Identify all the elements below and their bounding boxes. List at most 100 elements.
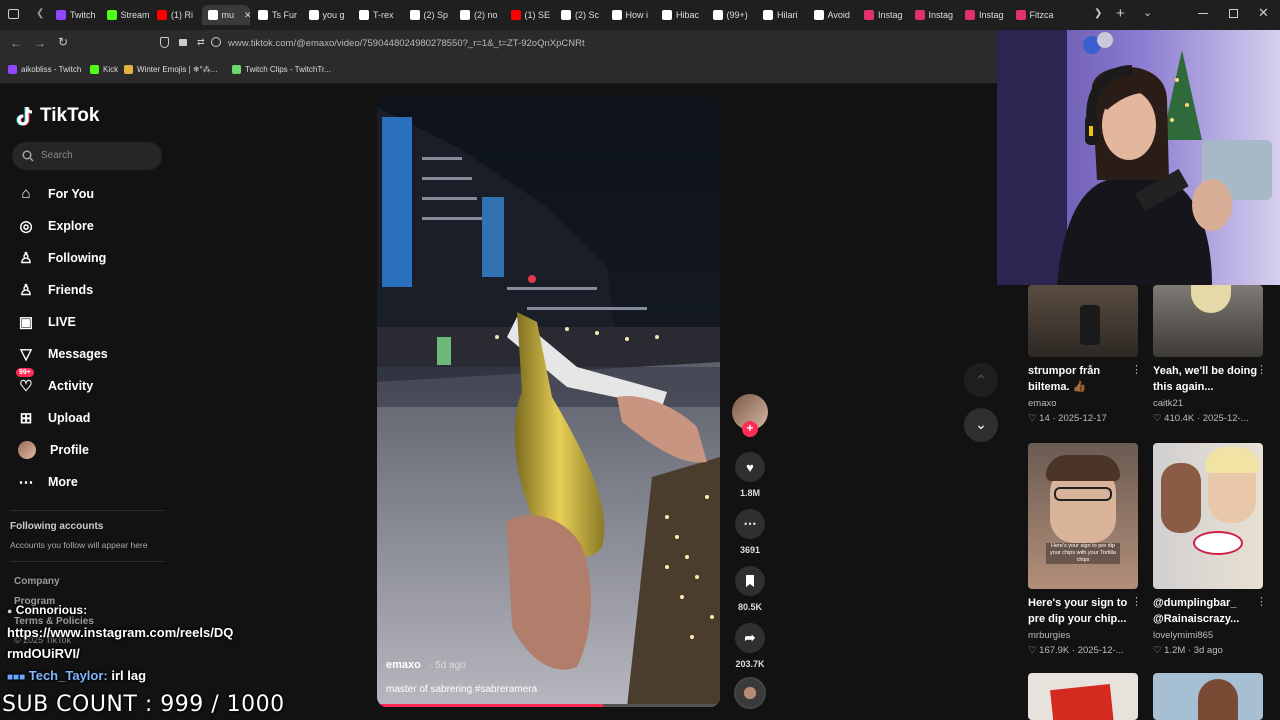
sidebar-item-live[interactable]: ▣ LIVE xyxy=(18,313,76,331)
like-action[interactable]: ♥ 1.8M xyxy=(732,452,768,498)
tab-list-chevron-icon[interactable]: ⌄ xyxy=(1143,6,1152,19)
related-thumbnail[interactable] xyxy=(1153,443,1263,589)
footer-link-company[interactable]: Company xyxy=(14,576,60,587)
browser-tab[interactable]: (2) Sc xyxy=(555,5,604,25)
lock-icon[interactable] xyxy=(179,39,187,46)
related-author[interactable]: mrburgies xyxy=(1028,630,1138,641)
video-progress-track[interactable] xyxy=(377,704,720,707)
next-video-button[interactable]: ⌄ xyxy=(964,408,998,442)
browser-tab[interactable]: Instag xyxy=(959,5,1008,25)
more-options-icon[interactable]: ⋮ xyxy=(1256,363,1267,376)
friends-icon: ♙ xyxy=(19,282,33,299)
related-thumbnail[interactable] xyxy=(1028,673,1138,720)
new-tab-button[interactable]: + xyxy=(1116,5,1125,22)
follow-plus-button[interactable]: + xyxy=(742,421,758,437)
browser-tab[interactable]: Twitch xyxy=(50,5,99,25)
sidebar-item-profile[interactable]: Profile xyxy=(18,441,89,459)
browser-tab[interactable]: How i xyxy=(606,5,655,25)
bookmark-item[interactable]: Kick xyxy=(90,65,118,74)
site-settings-icon[interactable]: ⇄ xyxy=(197,37,205,48)
browser-tab[interactable]: Ts Fur xyxy=(252,5,301,25)
forward-button[interactable]: → xyxy=(34,36,46,50)
tab-favicon-icon xyxy=(712,10,723,20)
related-thumbnail[interactable] xyxy=(1153,285,1263,357)
related-video-card[interactable]: ⋮ @dumplingbar_ @Rainaiscrazy... lovelym… xyxy=(1153,443,1267,656)
tiktok-logo[interactable]: TikTok xyxy=(16,105,99,127)
related-video-card[interactable]: ⋮ Yeah, we'll be doing this again... cai… xyxy=(1153,285,1267,424)
browser-tab[interactable]: (1) Ri xyxy=(151,5,200,25)
related-video-card[interactable]: ⋮ strumpor från biltema. 👍🏾 emaxo ♡ 14 ·… xyxy=(1028,285,1142,424)
chat-badge-icon: ■■■ xyxy=(7,672,26,683)
tab-label: Ts Fur xyxy=(272,10,298,20)
browser-tab[interactable]: Fitzca xyxy=(1010,5,1059,25)
browser-tab[interactable]: Stream xyxy=(101,5,149,25)
sidebar-item-more[interactable]: ⋯ More xyxy=(18,473,78,491)
url-field[interactable]: www.tiktok.com/@emaxo/video/759044802498… xyxy=(228,38,585,49)
webcam-overlay xyxy=(997,30,1280,285)
sidebar-item-for-you[interactable]: ⌂ For You xyxy=(18,185,94,202)
browser-tab[interactable]: Instag xyxy=(858,5,907,25)
sidebar-item-messages[interactable]: ▽ Messages xyxy=(18,345,108,363)
related-thumbnail[interactable]: Here's your sign to pre dip your chips w… xyxy=(1028,443,1138,589)
browser-tab[interactable]: (99+) xyxy=(707,5,756,25)
back-button[interactable]: ← xyxy=(10,36,22,50)
tab-favicon-icon xyxy=(258,10,268,20)
home-icon: ⌂ xyxy=(21,185,31,202)
related-title: @dumplingbar_ @Rainaiscrazy... xyxy=(1153,597,1240,625)
browser-tab[interactable]: (2) Sp xyxy=(404,5,453,25)
more-options-icon[interactable]: ⋮ xyxy=(1131,363,1142,376)
search-box[interactable]: Search xyxy=(12,142,162,170)
video-player[interactable]: emaxo · 5d ago master of sabrering #sabr… xyxy=(377,97,720,707)
comment-action[interactable]: ⋯ 3691 xyxy=(732,509,768,555)
tab-label: (1) Ri xyxy=(171,10,193,20)
video-author[interactable]: emaxo xyxy=(386,659,421,671)
bookmark-item[interactable]: aikobliss - Twitch xyxy=(8,65,81,74)
sidebar-item-explore[interactable]: ◎ Explore xyxy=(18,217,93,235)
minimize-button[interactable] xyxy=(1198,13,1208,14)
heart-icon: ♥ xyxy=(735,452,765,482)
close-window-button[interactable]: ✕ xyxy=(1258,5,1269,21)
browser-tab[interactable]: Hibac xyxy=(656,5,705,25)
search-icon xyxy=(22,150,34,162)
browser-tab[interactable]: mu ✕ xyxy=(201,5,250,25)
related-author[interactable]: emaxo xyxy=(1028,398,1138,409)
tab-favicon-icon xyxy=(864,10,874,20)
browser-tab[interactable]: Avoid xyxy=(808,5,857,25)
browser-tab[interactable]: (1) SE xyxy=(505,5,554,25)
related-thumbnail[interactable] xyxy=(1028,285,1138,357)
tab-label: mu xyxy=(221,10,235,20)
browser-tab[interactable]: T-rex xyxy=(353,5,402,25)
browser-tab[interactable]: Hilari xyxy=(757,5,806,25)
more-options-icon[interactable]: ⋮ xyxy=(1131,595,1142,608)
sidebar-item-activity[interactable]: ♡ Activity 99+ xyxy=(16,368,93,395)
tab-close-icon[interactable]: ✕ xyxy=(244,10,250,21)
related-video-card[interactable]: Here's your sign to pre dip your chips w… xyxy=(1028,443,1142,656)
bookmark-item[interactable]: Winter Emojis | ❄°⁂... xyxy=(124,65,217,74)
tab-scroll-right-icon[interactable]: ❯ xyxy=(1094,8,1102,19)
share-action[interactable]: ➦ 203.7K xyxy=(732,623,768,669)
related-author[interactable]: caitk21 xyxy=(1153,398,1263,409)
sidebar-item-following[interactable]: ♙ Following xyxy=(18,249,106,267)
bookmark-item[interactable]: Twitch Clips - TwitchTr... xyxy=(232,65,331,74)
tab-overview-icon[interactable] xyxy=(8,9,19,19)
sidebar-item-upload[interactable]: ⊞ Upload xyxy=(18,409,91,427)
reload-button[interactable]: ↻ xyxy=(58,35,68,49)
sub-count-overlay: SUB COUNT : 999 / 1000 xyxy=(2,692,285,717)
browser-tab[interactable]: you g xyxy=(303,5,352,25)
browser-tab[interactable]: (2) no xyxy=(454,5,503,25)
tracking-icon[interactable] xyxy=(211,37,221,47)
sound-disc-icon[interactable] xyxy=(734,677,766,709)
shield-icon[interactable] xyxy=(160,37,169,48)
maximize-button[interactable] xyxy=(1229,9,1238,18)
tab-back-arrow-icon[interactable]: ❮ xyxy=(36,8,44,19)
more-options-icon[interactable]: ⋮ xyxy=(1256,595,1267,608)
related-meta: ♡ 1.2M · 3d ago xyxy=(1153,645,1223,656)
related-thumbnail[interactable] xyxy=(1153,673,1263,720)
chat-message: https://www.instagram.com/reels/DQ xyxy=(7,625,234,640)
browser-tab[interactable]: Instag xyxy=(909,5,958,25)
previous-video-button[interactable]: ⌃ xyxy=(964,363,998,397)
sidebar-item-friends[interactable]: ♙ Friends xyxy=(18,281,93,299)
twitch-icon xyxy=(8,65,17,74)
save-action[interactable]: 80.5K xyxy=(732,566,768,612)
related-author[interactable]: lovelymimi865 xyxy=(1153,630,1263,641)
